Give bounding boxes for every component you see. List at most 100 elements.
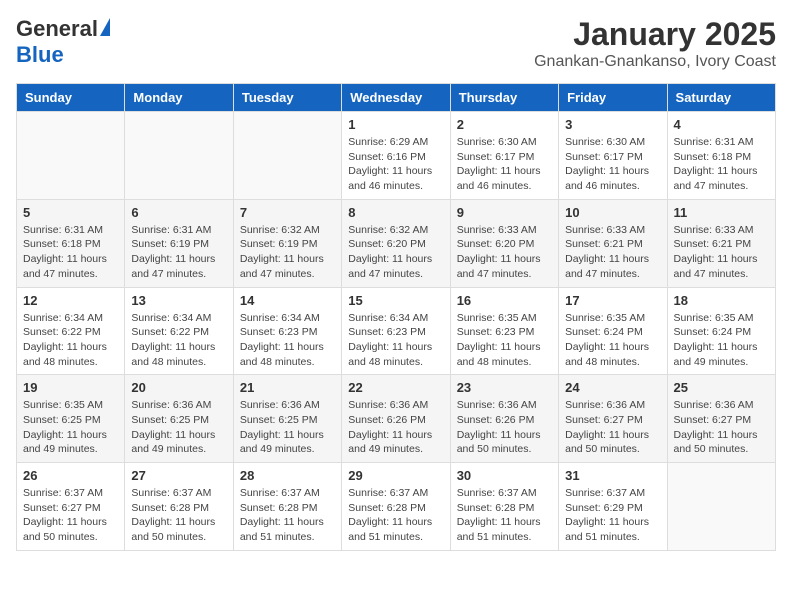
day-number: 18	[674, 293, 769, 308]
day-info: Sunrise: 6:36 AMSunset: 6:26 PMDaylight:…	[457, 398, 552, 457]
calendar-day-cell: 30 Sunrise: 6:37 AMSunset: 6:28 PMDayligh…	[450, 463, 558, 551]
day-number: 17	[565, 293, 660, 308]
day-info: Sunrise: 6:30 AMSunset: 6:17 PMDaylight:…	[565, 135, 660, 194]
calendar-week-row: 5 Sunrise: 6:31 AMSunset: 6:18 PMDaylight…	[17, 199, 776, 287]
day-info: Sunrise: 6:36 AMSunset: 6:27 PMDaylight:…	[674, 398, 769, 457]
day-of-week-header: Sunday	[17, 84, 125, 112]
day-info: Sunrise: 6:37 AMSunset: 6:28 PMDaylight:…	[240, 486, 335, 545]
calendar-day-cell: 12Sunrise: 6:34 AMSunset: 6:22 PMDayligh…	[17, 287, 125, 375]
calendar-day-cell: 22 Sunrise: 6:36 AMSunset: 6:26 PMDayligh…	[342, 375, 450, 463]
day-number: 2	[457, 117, 552, 132]
day-number: 19	[23, 380, 118, 395]
calendar-week-row: 26 Sunrise: 6:37 AMSunset: 6:27 PMDayligh…	[17, 463, 776, 551]
day-number: 23	[457, 380, 552, 395]
calendar-day-cell: 6Sunrise: 6:31 AMSunset: 6:19 PMDaylight…	[125, 199, 233, 287]
day-number: 26	[23, 468, 118, 483]
day-number: 15	[348, 293, 443, 308]
calendar-day-cell: 23 Sunrise: 6:36 AMSunset: 6:26 PMDayligh…	[450, 375, 558, 463]
calendar-week-row: 19 Sunrise: 6:35 AMSunset: 6:25 PMDayligh…	[17, 375, 776, 463]
location-title: Gnankan-Gnankanso, Ivory Coast	[534, 53, 776, 71]
day-number: 9	[457, 205, 552, 220]
day-number: 3	[565, 117, 660, 132]
logo-blue-text: Blue	[16, 42, 64, 68]
day-info: Sunrise: 6:35 AMSunset: 6:25 PMDaylight:…	[23, 398, 118, 457]
calendar-day-cell: 10Sunrise: 6:33 AMSunset: 6:21 PMDayligh…	[559, 199, 667, 287]
day-number: 5	[23, 205, 118, 220]
calendar-body: 1 Sunrise: 6:29 AMSunset: 6:16 PMDaylight…	[17, 112, 776, 551]
calendar-day-cell: 3 Sunrise: 6:30 AMSunset: 6:17 PMDaylight…	[559, 112, 667, 200]
day-number: 11	[674, 205, 769, 220]
day-number: 22	[348, 380, 443, 395]
day-number: 21	[240, 380, 335, 395]
page-header: General Blue January 2025 Gnankan-Gnanka…	[16, 16, 776, 71]
calendar-header: SundayMondayTuesdayWednesdayThursdayFrid…	[17, 84, 776, 112]
day-info: Sunrise: 6:37 AMSunset: 6:28 PMDaylight:…	[131, 486, 226, 545]
day-info: Sunrise: 6:37 AMSunset: 6:27 PMDaylight:…	[23, 486, 118, 545]
calendar-day-cell: 25 Sunrise: 6:36 AMSunset: 6:27 PMDayligh…	[667, 375, 775, 463]
calendar-day-cell: 20Sunrise: 6:36 AMSunset: 6:25 PMDayligh…	[125, 375, 233, 463]
day-info: Sunrise: 6:32 AMSunset: 6:20 PMDaylight:…	[348, 223, 443, 282]
day-info: Sunrise: 6:33 AMSunset: 6:20 PMDaylight:…	[457, 223, 552, 282]
day-info: Sunrise: 6:37 AMSunset: 6:28 PMDaylight:…	[348, 486, 443, 545]
calendar-day-cell	[667, 463, 775, 551]
day-of-week-header: Wednesday	[342, 84, 450, 112]
calendar-table: SundayMondayTuesdayWednesdayThursdayFrid…	[16, 83, 776, 551]
day-info: Sunrise: 6:34 AMSunset: 6:22 PMDaylight:…	[131, 311, 226, 370]
day-info: Sunrise: 6:35 AMSunset: 6:23 PMDaylight:…	[457, 311, 552, 370]
day-number: 28	[240, 468, 335, 483]
title-section: January 2025 Gnankan-Gnankanso, Ivory Co…	[534, 16, 776, 71]
logo: General Blue	[16, 16, 110, 68]
day-info: Sunrise: 6:32 AMSunset: 6:19 PMDaylight:…	[240, 223, 335, 282]
calendar-day-cell: 19 Sunrise: 6:35 AMSunset: 6:25 PMDayligh…	[17, 375, 125, 463]
day-info: Sunrise: 6:31 AMSunset: 6:18 PMDaylight:…	[674, 135, 769, 194]
day-number: 29	[348, 468, 443, 483]
calendar-day-cell: 14 Sunrise: 6:34 AMSunset: 6:23 PMDayligh…	[233, 287, 341, 375]
calendar-day-cell: 18 Sunrise: 6:35 AMSunset: 6:24 PMDayligh…	[667, 287, 775, 375]
day-info: Sunrise: 6:29 AMSunset: 6:16 PMDaylight:…	[348, 135, 443, 194]
calendar-day-cell	[17, 112, 125, 200]
calendar-day-cell: 9 Sunrise: 6:33 AMSunset: 6:20 PMDaylight…	[450, 199, 558, 287]
calendar-day-cell: 24Sunrise: 6:36 AMSunset: 6:27 PMDayligh…	[559, 375, 667, 463]
day-number: 13	[131, 293, 226, 308]
calendar-day-cell: 31Sunrise: 6:37 AMSunset: 6:29 PMDayligh…	[559, 463, 667, 551]
day-number: 4	[674, 117, 769, 132]
calendar-day-cell: 27 Sunrise: 6:37 AMSunset: 6:28 PMDayligh…	[125, 463, 233, 551]
calendar-day-cell	[125, 112, 233, 200]
day-number: 1	[348, 117, 443, 132]
day-info: Sunrise: 6:35 AMSunset: 6:24 PMDaylight:…	[674, 311, 769, 370]
days-of-week-row: SundayMondayTuesdayWednesdayThursdayFrid…	[17, 84, 776, 112]
calendar-day-cell: 26 Sunrise: 6:37 AMSunset: 6:27 PMDayligh…	[17, 463, 125, 551]
day-info: Sunrise: 6:31 AMSunset: 6:18 PMDaylight:…	[23, 223, 118, 282]
day-number: 14	[240, 293, 335, 308]
day-info: Sunrise: 6:30 AMSunset: 6:17 PMDaylight:…	[457, 135, 552, 194]
day-of-week-header: Tuesday	[233, 84, 341, 112]
day-info: Sunrise: 6:36 AMSunset: 6:26 PMDaylight:…	[348, 398, 443, 457]
logo-triangle-icon	[100, 18, 110, 36]
calendar-day-cell: 29 Sunrise: 6:37 AMSunset: 6:28 PMDayligh…	[342, 463, 450, 551]
day-info: Sunrise: 6:34 AMSunset: 6:23 PMDaylight:…	[348, 311, 443, 370]
day-number: 7	[240, 205, 335, 220]
day-number: 27	[131, 468, 226, 483]
day-info: Sunrise: 6:33 AMSunset: 6:21 PMDaylight:…	[565, 223, 660, 282]
day-number: 16	[457, 293, 552, 308]
calendar-day-cell: 21 Sunrise: 6:36 AMSunset: 6:25 PMDayligh…	[233, 375, 341, 463]
calendar-day-cell: 28 Sunrise: 6:37 AMSunset: 6:28 PMDayligh…	[233, 463, 341, 551]
calendar-week-row: 1 Sunrise: 6:29 AMSunset: 6:16 PMDaylight…	[17, 112, 776, 200]
day-info: Sunrise: 6:37 AMSunset: 6:28 PMDaylight:…	[457, 486, 552, 545]
calendar-day-cell: 13 Sunrise: 6:34 AMSunset: 6:22 PMDayligh…	[125, 287, 233, 375]
day-info: Sunrise: 6:37 AMSunset: 6:29 PMDaylight:…	[565, 486, 660, 545]
day-info: Sunrise: 6:31 AMSunset: 6:19 PMDaylight:…	[131, 223, 226, 282]
month-title: January 2025	[534, 16, 776, 53]
day-info: Sunrise: 6:36 AMSunset: 6:25 PMDaylight:…	[240, 398, 335, 457]
day-number: 20	[131, 380, 226, 395]
calendar-day-cell: 1 Sunrise: 6:29 AMSunset: 6:16 PMDaylight…	[342, 112, 450, 200]
day-number: 8	[348, 205, 443, 220]
day-of-week-header: Friday	[559, 84, 667, 112]
day-number: 25	[674, 380, 769, 395]
calendar-week-row: 12Sunrise: 6:34 AMSunset: 6:22 PMDayligh…	[17, 287, 776, 375]
day-info: Sunrise: 6:34 AMSunset: 6:23 PMDaylight:…	[240, 311, 335, 370]
day-info: Sunrise: 6:35 AMSunset: 6:24 PMDaylight:…	[565, 311, 660, 370]
calendar-day-cell: 5 Sunrise: 6:31 AMSunset: 6:18 PMDaylight…	[17, 199, 125, 287]
calendar-day-cell: 2 Sunrise: 6:30 AMSunset: 6:17 PMDaylight…	[450, 112, 558, 200]
day-number: 30	[457, 468, 552, 483]
